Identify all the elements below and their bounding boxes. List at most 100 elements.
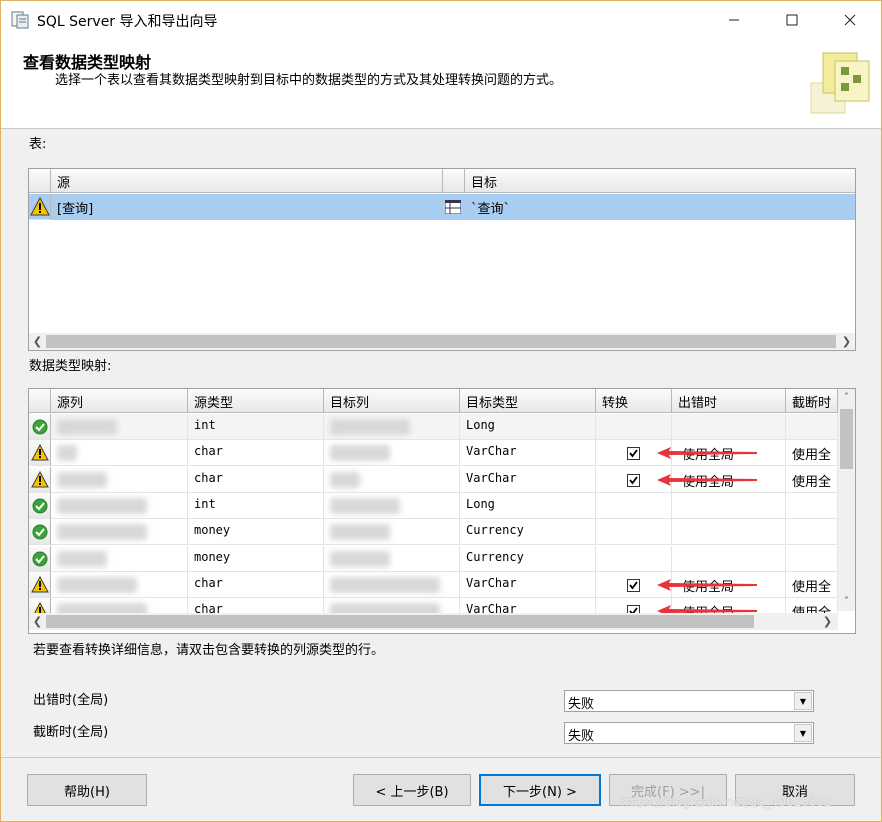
minimize-icon bbox=[729, 19, 739, 21]
mapping-vertical-scrollbar[interactable]: ˆ ˇ bbox=[838, 389, 855, 611]
table-row[interactable]: [查询] `查询` bbox=[29, 194, 855, 220]
global-on-error-select[interactable]: 失败 ▼ bbox=[564, 690, 814, 712]
redacted-text bbox=[57, 497, 147, 514]
table-row[interactable]: charVarChar使用全局使用全 bbox=[29, 571, 838, 598]
table-row[interactable]: int Long bbox=[29, 492, 838, 519]
target-column-cell bbox=[324, 492, 460, 519]
redacted-text bbox=[57, 445, 77, 462]
column-header-on-error[interactable]: 出错时 bbox=[672, 389, 786, 413]
source-type-cell: money bbox=[188, 519, 324, 546]
redacted-text bbox=[57, 524, 147, 541]
help-button[interactable]: 帮助(H) bbox=[27, 774, 147, 806]
chevron-down-icon[interactable]: ▼ bbox=[794, 724, 812, 742]
scroll-down-icon[interactable]: ˇ bbox=[838, 593, 855, 610]
annotation-arrow-icon bbox=[657, 447, 757, 460]
tables-grid: 源 目标 [查询] `查询` ❮ ❯ bbox=[28, 168, 856, 351]
tables-corner-header bbox=[29, 169, 51, 193]
column-header-target-type[interactable]: 目标类型 bbox=[460, 389, 596, 413]
target-column-cell bbox=[324, 571, 460, 598]
row-status-cell bbox=[29, 466, 51, 493]
wizard-app-icon bbox=[11, 11, 29, 29]
on-truncation-cell: 使用全 bbox=[786, 440, 838, 467]
column-header-on-truncation[interactable]: 截断时 bbox=[786, 389, 838, 413]
convert-cell[interactable] bbox=[596, 414, 672, 440]
scroll-left-icon[interactable]: ❮ bbox=[29, 613, 46, 630]
row-status-cell bbox=[29, 440, 51, 467]
minimize-button[interactable] bbox=[705, 1, 763, 39]
column-header-target[interactable]: 目标 bbox=[465, 169, 855, 193]
convert-checkbox[interactable] bbox=[627, 473, 640, 487]
convert-checkbox[interactable] bbox=[627, 447, 640, 461]
source-column-cell bbox=[51, 466, 188, 493]
mapping-horizontal-scrollbar[interactable]: ❮ ❯ bbox=[29, 613, 838, 630]
table-row[interactable]: int Long bbox=[29, 414, 838, 440]
on-error-cell bbox=[672, 492, 786, 519]
mapping-corner-header bbox=[29, 389, 51, 413]
vertical-scroll-thumb[interactable] bbox=[840, 409, 853, 469]
global-on-error-label: 出错时(全局) bbox=[33, 693, 109, 708]
table-row[interactable]: money Currency bbox=[29, 519, 838, 546]
checkmark-icon bbox=[629, 581, 638, 590]
global-on-truncation-select[interactable]: 失败 ▼ bbox=[564, 722, 814, 744]
redacted-text bbox=[57, 471, 107, 488]
warning-icon bbox=[31, 575, 49, 593]
annotation-arrow-icon bbox=[657, 473, 757, 486]
redacted-text bbox=[330, 497, 400, 514]
page-subtitle: 选择一个表以查看其数据类型映射到目标中的数据类型的方式及其处理转换问题的方式。 bbox=[55, 73, 563, 88]
source-column-cell bbox=[51, 571, 188, 598]
checkmark-icon bbox=[629, 476, 638, 485]
convert-cell[interactable] bbox=[596, 545, 672, 572]
maximize-button[interactable] bbox=[763, 1, 821, 39]
redacted-text bbox=[57, 550, 107, 567]
target-type-cell: VarChar bbox=[460, 466, 596, 493]
scroll-up-icon[interactable]: ˆ bbox=[838, 389, 855, 406]
source-column-cell bbox=[51, 414, 188, 440]
scroll-right-icon[interactable]: ❯ bbox=[819, 613, 836, 630]
next-button[interactable]: 下一步(N) > bbox=[479, 774, 601, 806]
scroll-thumb[interactable] bbox=[46, 615, 754, 628]
column-header-source-column[interactable]: 源列 bbox=[51, 389, 188, 413]
column-header-convert[interactable]: 转换 bbox=[596, 389, 672, 413]
scroll-thumb[interactable] bbox=[46, 335, 836, 348]
convert-cell[interactable] bbox=[596, 519, 672, 546]
source-column-cell bbox=[51, 492, 188, 519]
column-header-target-column[interactable]: 目标列 bbox=[324, 389, 460, 413]
column-header-source-type[interactable]: 源类型 bbox=[188, 389, 324, 413]
target-column-cell bbox=[324, 545, 460, 572]
table-row[interactable]: charVarChar使用全局使用全 bbox=[29, 440, 838, 467]
scroll-left-icon[interactable]: ❮ bbox=[29, 333, 46, 350]
target-column-cell bbox=[324, 466, 460, 493]
on-truncation-cell: 使用全 bbox=[786, 466, 838, 493]
on-truncation-cell bbox=[786, 414, 838, 440]
redacted-text bbox=[330, 550, 390, 567]
scroll-right-icon[interactable]: ❯ bbox=[838, 333, 855, 350]
chevron-down-icon[interactable]: ▼ bbox=[794, 692, 812, 710]
target-column-cell bbox=[324, 440, 460, 467]
on-truncation-cell bbox=[786, 519, 838, 546]
convert-checkbox[interactable] bbox=[627, 578, 640, 592]
redacted-text bbox=[330, 576, 440, 593]
back-button[interactable]: < 上一步(B) bbox=[353, 774, 471, 806]
wizard-banner-icon bbox=[810, 52, 870, 114]
window-title: SQL Server 导入和导出向导 bbox=[37, 14, 218, 30]
source-column-cell bbox=[51, 519, 188, 546]
source-table-name: [查询] bbox=[57, 202, 94, 217]
table-row[interactable]: money Currency bbox=[29, 545, 838, 572]
table-row[interactable]: charVarChar使用全局使用全 bbox=[29, 466, 838, 493]
convert-cell[interactable] bbox=[596, 492, 672, 519]
target-type-cell: VarChar bbox=[460, 440, 596, 467]
source-type-cell: int bbox=[188, 492, 324, 519]
row-status-cell bbox=[29, 519, 51, 546]
source-column-cell bbox=[51, 440, 188, 467]
tables-horizontal-scrollbar[interactable]: ❮ ❯ bbox=[29, 333, 855, 350]
on-error-cell bbox=[672, 414, 786, 440]
success-icon bbox=[32, 498, 48, 514]
redacted-text bbox=[330, 445, 390, 462]
watermark: https://blog.csdn.net/qq_40616602 bbox=[621, 795, 832, 809]
annotation-arrow-icon bbox=[657, 578, 757, 591]
target-type-cell: Long bbox=[460, 414, 596, 440]
column-header-spacer bbox=[443, 169, 465, 193]
column-header-source[interactable]: 源 bbox=[51, 169, 443, 193]
close-button[interactable] bbox=[821, 1, 879, 39]
target-table-icon-cell bbox=[443, 194, 465, 220]
